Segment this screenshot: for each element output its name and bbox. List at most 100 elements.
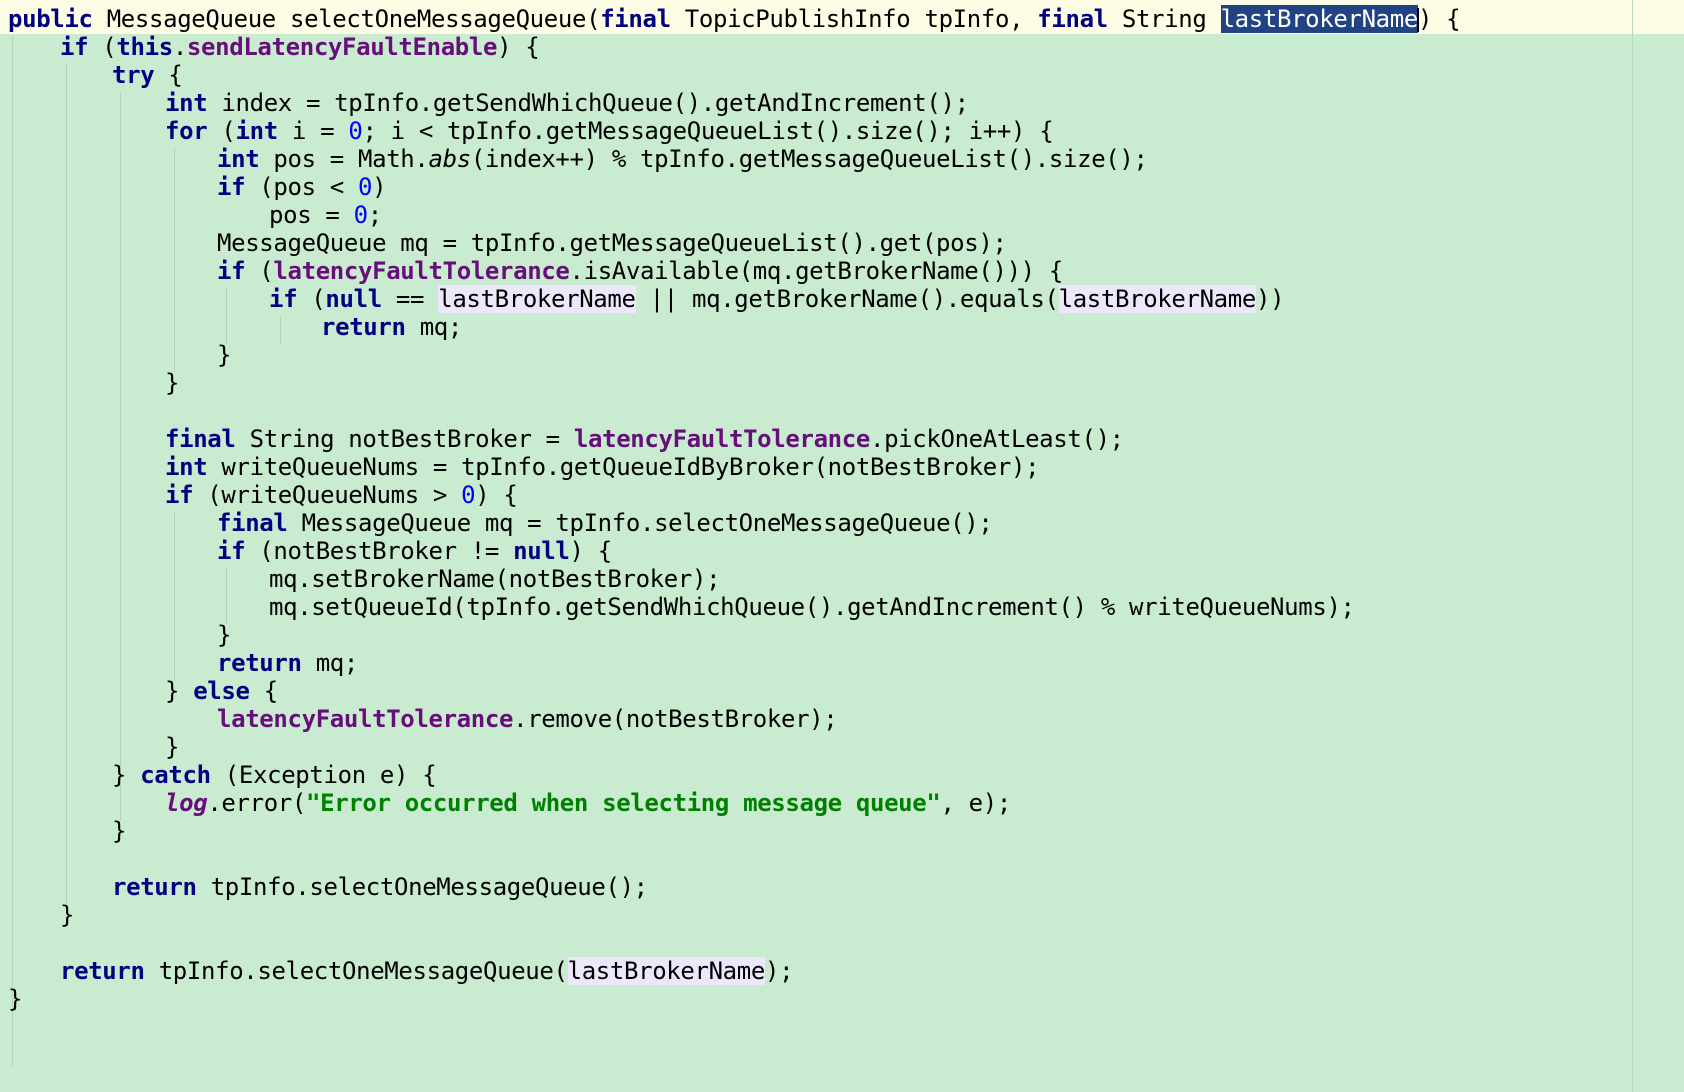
code-text: mq; bbox=[301, 649, 359, 677]
code-line-6[interactable]: int pos = Math.abs(index++) % tpInfo.get… bbox=[8, 144, 1148, 174]
keyword-return: return bbox=[321, 313, 406, 341]
code-text: ( bbox=[88, 33, 117, 61]
code-text: || mq.getBrokerName().equals( bbox=[635, 285, 1059, 313]
code-text: (notBestBroker != bbox=[245, 537, 514, 565]
code-text: (index++) % tpInfo.getMessageQueueList()… bbox=[470, 145, 1148, 173]
code-line-12[interactable]: return mq; bbox=[8, 312, 462, 342]
code-text: ) { bbox=[569, 537, 613, 565]
closing-brace: } bbox=[217, 621, 232, 649]
code-line-29[interactable]: } bbox=[8, 816, 126, 846]
code-text: MessageQueue selectOneMessageQueue( bbox=[92, 5, 601, 33]
code-line-11[interactable]: if (null == lastBrokerName || mq.getBrok… bbox=[8, 284, 1285, 314]
code-line-8[interactable]: pos = 0; bbox=[8, 200, 382, 230]
code-line-4[interactable]: int index = tpInfo.getSendWhichQueue().g… bbox=[8, 88, 969, 118]
code-line-30[interactable]: return tpInfo.selectOneMessageQueue(); bbox=[8, 872, 648, 902]
closing-brace: } bbox=[165, 733, 180, 761]
code-line-7[interactable]: if (pos < 0) bbox=[8, 172, 387, 202]
keyword-if: if bbox=[165, 481, 194, 509]
code-text: { bbox=[154, 61, 183, 89]
number-literal: 0 bbox=[353, 201, 368, 229]
code-line-27[interactable]: } catch (Exception e) { bbox=[8, 760, 437, 790]
code-line-20[interactable]: mq.setBrokerName(notBestBroker); bbox=[8, 564, 721, 594]
keyword-final: final bbox=[217, 509, 288, 537]
code-line-2[interactable]: if (this.sendLatencyFaultEnable) { bbox=[8, 32, 540, 62]
code-text: ( bbox=[207, 117, 236, 145]
closing-brace: } bbox=[217, 341, 232, 369]
code-text: pos = Math. bbox=[259, 145, 429, 173]
code-text: mq; bbox=[405, 313, 463, 341]
code-line-18[interactable]: final MessageQueue mq = tpInfo.selectOne… bbox=[8, 508, 993, 538]
code-text: ) bbox=[372, 173, 387, 201]
usage-highlight-lastBrokerName: lastBrokerName bbox=[567, 957, 765, 985]
closing-brace: } bbox=[165, 677, 194, 705]
code-text: .pickOneAtLeast(); bbox=[869, 425, 1124, 453]
keyword-else: else bbox=[193, 677, 250, 705]
code-text: writeQueueNums = tpInfo.getQueueIdByBrok… bbox=[207, 453, 1040, 481]
keyword-final: final bbox=[600, 5, 671, 33]
code-text: pos = bbox=[269, 201, 354, 229]
keyword-return: return bbox=[60, 957, 145, 985]
code-line-21[interactable]: mq.setQueueId(tpInfo.getSendWhichQueue()… bbox=[8, 592, 1355, 622]
code-text: String notBestBroker = bbox=[235, 425, 574, 453]
closing-brace: } bbox=[112, 817, 127, 845]
code-line-32[interactable]: return tpInfo.selectOneMessageQueue(last… bbox=[8, 956, 794, 986]
code-text: mq.setBrokerName(notBestBroker); bbox=[269, 565, 721, 593]
keyword-try: try bbox=[112, 61, 155, 89]
code-text: ( bbox=[245, 257, 274, 285]
code-line-5[interactable]: for (int i = 0; i < tpInfo.getMessageQue… bbox=[8, 116, 1054, 146]
code-text: tpInfo.selectOneMessageQueue( bbox=[144, 957, 568, 985]
code-line-15[interactable]: final String notBestBroker = latencyFaul… bbox=[8, 424, 1124, 454]
keyword-null: null bbox=[325, 285, 382, 313]
code-text: MessageQueue mq = tpInfo.selectOneMessag… bbox=[287, 509, 993, 537]
closing-brace: } bbox=[8, 985, 23, 1013]
code-line-33[interactable]: } bbox=[8, 984, 22, 1014]
code-text: mq.setQueueId(tpInfo.getSendWhichQueue()… bbox=[269, 593, 1355, 621]
keyword-if: if bbox=[269, 285, 298, 313]
keyword-int: int bbox=[217, 145, 260, 173]
code-line-13[interactable]: } bbox=[8, 340, 231, 370]
code-line-23[interactable]: return mq; bbox=[8, 648, 358, 678]
field-latencyFaultTolerance: latencyFaultTolerance bbox=[273, 257, 570, 285]
code-text: { bbox=[249, 677, 278, 705]
code-text: == bbox=[381, 285, 439, 313]
code-text: . bbox=[172, 33, 187, 61]
keyword-int: int bbox=[165, 453, 208, 481]
code-line-9[interactable]: MessageQueue mq = tpInfo.getMessageQueue… bbox=[8, 228, 1007, 258]
code-line-16[interactable]: int writeQueueNums = tpInfo.getQueueIdBy… bbox=[8, 452, 1040, 482]
code-text: ; i < tpInfo.getMessageQueueList().size(… bbox=[362, 117, 1054, 145]
code-line-22[interactable]: } bbox=[8, 620, 231, 650]
code-text: index = tpInfo.getSendWhichQueue().getAn… bbox=[207, 89, 969, 117]
field-sendLatencyFaultEnable: sendLatencyFaultEnable bbox=[186, 33, 498, 61]
number-literal: 0 bbox=[358, 173, 373, 201]
code-line-10[interactable]: if (latencyFaultTolerance.isAvailable(mq… bbox=[8, 256, 1063, 286]
code-line-31[interactable]: } bbox=[8, 900, 74, 930]
code-editor[interactable]: public MessageQueue selectOneMessageQueu… bbox=[0, 0, 1684, 1092]
code-line-24[interactable]: } else { bbox=[8, 676, 278, 706]
code-line-19[interactable]: if (notBestBroker != null) { bbox=[8, 536, 612, 566]
closing-brace: } bbox=[165, 369, 180, 397]
static-field-log: log bbox=[165, 789, 208, 817]
code-line-14[interactable]: } bbox=[8, 368, 179, 398]
keyword-catch: catch bbox=[140, 761, 211, 789]
code-text: TopicPublishInfo tpInfo, bbox=[670, 5, 1038, 33]
field-latencyFaultTolerance: latencyFaultTolerance bbox=[573, 425, 870, 453]
closing-brace: } bbox=[112, 761, 141, 789]
code-line-25[interactable]: latencyFaultTolerance.remove(notBestBrok… bbox=[8, 704, 838, 734]
keyword-public: public bbox=[8, 5, 93, 33]
code-text: ; bbox=[367, 201, 382, 229]
keyword-if: if bbox=[217, 257, 246, 285]
code-line-3[interactable]: try { bbox=[8, 60, 183, 90]
keyword-if: if bbox=[217, 173, 246, 201]
code-line-28[interactable]: log.error("Error occurred when selecting… bbox=[8, 788, 1011, 818]
code-line-26[interactable]: } bbox=[8, 732, 179, 762]
code-line-17[interactable]: if (writeQueueNums > 0) { bbox=[8, 480, 518, 510]
code-text: (Exception e) { bbox=[210, 761, 437, 789]
code-text: ) { bbox=[497, 33, 540, 61]
keyword-if: if bbox=[60, 33, 89, 61]
code-line-1[interactable]: public MessageQueue selectOneMessageQueu… bbox=[8, 4, 1461, 34]
selected-identifier-lastBrokerName[interactable]: lastBrokerName bbox=[1220, 5, 1418, 33]
string-literal: "Error occurred when selecting message q… bbox=[306, 789, 941, 817]
usage-highlight-lastBrokerName: lastBrokerName bbox=[438, 285, 636, 313]
code-text: MessageQueue mq = tpInfo.getMessageQueue… bbox=[217, 229, 1007, 257]
keyword-if: if bbox=[217, 537, 246, 565]
